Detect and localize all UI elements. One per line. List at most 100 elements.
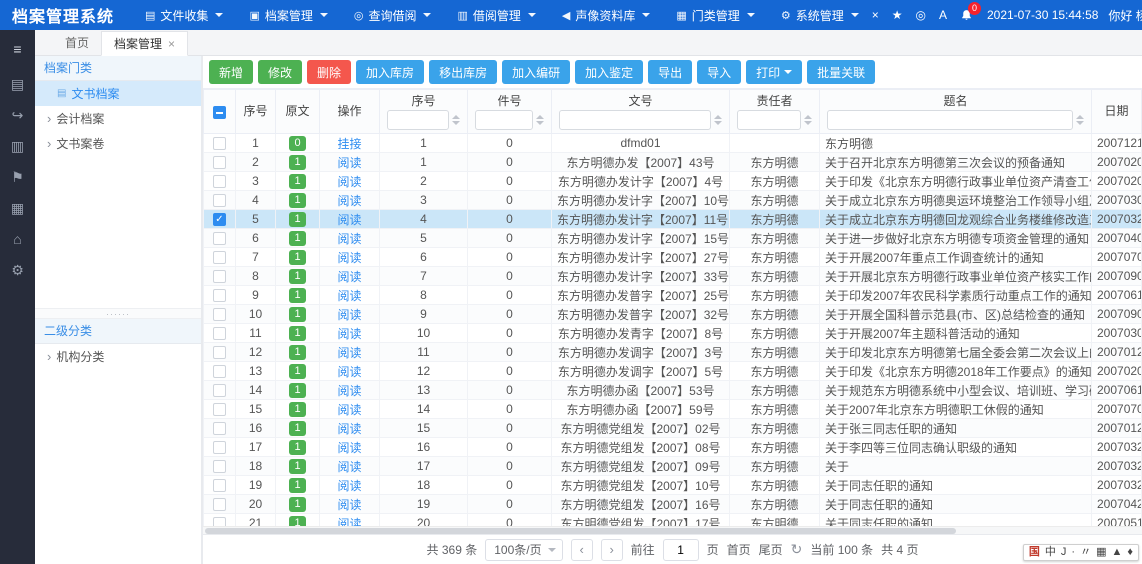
bank-icon[interactable]: ⌂ [6, 228, 30, 250]
toolbar-button[interactable]: 加入鉴定 [575, 60, 643, 84]
tree-item[interactable]: ›机构分类 [35, 344, 201, 369]
ime-icon[interactable]: 〃 [1080, 547, 1091, 558]
splitter-handle[interactable]: ······ [35, 308, 201, 319]
toolbar-button[interactable]: 删除 [307, 60, 351, 84]
table-row[interactable]: 151阅读140东方明德办函【2007】59号东方明德关于2007年北京东方明德… [204, 400, 1142, 419]
next-page-button[interactable]: › [601, 539, 623, 561]
fullscreen-icon[interactable]: × [872, 8, 879, 22]
action-link[interactable]: 阅读 [337, 308, 361, 322]
action-link[interactable]: 阅读 [337, 384, 361, 398]
ime-icon[interactable]: · [1071, 547, 1075, 558]
star-icon[interactable]: ★ [892, 8, 903, 22]
nav-menu[interactable]: ◀声像资料库 [549, 0, 663, 30]
tree-item[interactable]: ›会计档案 [35, 106, 201, 131]
nav-menu[interactable]: ▦门类管理 [663, 0, 767, 30]
bookmark-icon[interactable]: ⚑ [6, 166, 30, 188]
toolbar-button[interactable]: 打印 [746, 60, 802, 84]
nav-menu[interactable]: ▥借阅管理 [444, 0, 548, 30]
tree-item[interactable]: ▤文书档案 [35, 81, 201, 106]
action-link[interactable]: 阅读 [337, 441, 361, 455]
table-row[interactable]: 81阅读70东方明德办发计字【2007】33号东方明德关于开展北京东方明德行政事… [204, 267, 1142, 286]
first-page-link[interactable]: 首页 [727, 541, 751, 558]
table-row[interactable]: 41阅读30东方明德办发计字【2007】10号东方明德关于成立北京东方明德奥运环… [204, 191, 1142, 210]
table-row[interactable]: 71阅读60东方明德办发计字【2007】27号东方明德关于开展2007年重点工作… [204, 248, 1142, 267]
table-row[interactable]: 181阅读170东方明德党组发【2007】09号东方明德关于2007032 [204, 457, 1142, 476]
sort-toggle[interactable] [804, 115, 812, 125]
table-row[interactable]: 31阅读20东方明德办发计字【2007】4号东方明德关于印发《北京东方明德行政事… [204, 172, 1142, 191]
action-link[interactable]: 阅读 [337, 422, 361, 436]
table-row[interactable]: 201阅读190东方明德党组发【2007】16号东方明德关于同志任职的通知200… [204, 495, 1142, 514]
row-checkbox[interactable] [213, 137, 226, 150]
prev-page-button[interactable]: ‹ [571, 539, 593, 561]
table-row[interactable]: 91阅读80东方明德办发普字【2007】25号东方明德关于印发2007年农民科学… [204, 286, 1142, 305]
filter-input-owner[interactable] [737, 110, 801, 130]
toolbar-button[interactable]: 导出 [648, 60, 692, 84]
row-checkbox[interactable] [213, 517, 226, 526]
table-row[interactable]: 131阅读120东方明德办发调字【2007】5号东方明德关于印发《北京东方明德2… [204, 362, 1142, 381]
row-checkbox[interactable] [213, 289, 226, 302]
table-row[interactable]: 21阅读10东方明德办发【2007】43号东方明德关于召开北京东方明德第三次会议… [204, 153, 1142, 172]
table-row[interactable]: 101阅读90东方明德办发普字【2007】32号东方明德关于开展全国科普示范县(… [204, 305, 1142, 324]
action-link[interactable]: 阅读 [337, 270, 361, 284]
toolbar-button[interactable]: 加入库房 [356, 60, 424, 84]
filter-input-piece[interactable] [475, 110, 533, 130]
toolbar-button[interactable]: 新增 [209, 60, 253, 84]
action-link[interactable]: 阅读 [337, 517, 361, 527]
action-link[interactable]: 挂接 [337, 137, 361, 151]
action-link[interactable]: 阅读 [337, 479, 361, 493]
action-link[interactable]: 阅读 [337, 194, 361, 208]
select-all-checkbox[interactable] [213, 106, 226, 119]
row-checkbox[interactable] [213, 175, 226, 188]
sort-toggle[interactable] [714, 115, 722, 125]
grid-icon[interactable]: ▦ [6, 197, 30, 219]
table-row[interactable]: 161阅读150东方明德党组发【2007】02号东方明德关于张三同志任职的通知2… [204, 419, 1142, 438]
action-link[interactable]: 阅读 [337, 251, 361, 265]
table-row[interactable]: 141阅读130东方明德办函【2007】53号东方明德关于规范东方明德系统中小型… [204, 381, 1142, 400]
row-checkbox[interactable] [213, 403, 226, 416]
menu-icon[interactable]: ≡ [6, 38, 30, 60]
last-page-link[interactable]: 尾页 [759, 541, 783, 558]
sort-toggle[interactable] [536, 115, 544, 125]
row-checkbox[interactable] [213, 479, 226, 492]
toolbar-button[interactable]: 批量关联 [807, 60, 875, 84]
table-row[interactable]: 10挂接10dfmd01东方明德2007121 [204, 134, 1142, 153]
file-icon[interactable]: ▤ [6, 73, 30, 95]
action-link[interactable]: 阅读 [337, 156, 361, 170]
row-checkbox[interactable] [213, 422, 226, 435]
tab-home[interactable]: 首页 [53, 30, 101, 55]
ime-icon[interactable]: J [1061, 547, 1067, 558]
horizontal-scrollbar[interactable] [203, 526, 1142, 534]
table-row[interactable]: ✓51阅读40东方明德办发计字【2007】11号东方明德关于成立北京东方明德回龙… [204, 210, 1142, 229]
nav-menu[interactable]: ◎查询借阅 [341, 0, 445, 30]
nav-menu[interactable]: ⚙系统管理 [768, 0, 872, 30]
gear-icon[interactable]: ⚙ [6, 259, 30, 281]
nav-menu[interactable]: ▣档案管理 [236, 0, 340, 30]
toolbar-button[interactable]: 修改 [258, 60, 302, 84]
row-checkbox[interactable] [213, 232, 226, 245]
row-checkbox[interactable] [213, 308, 226, 321]
help-icon[interactable]: ◎ [915, 8, 925, 22]
bell-icon[interactable]: 0 [960, 9, 973, 22]
table-row[interactable]: 121阅读110东方明德办发调字【2007】3号东方明德关于印发北京东方明德第七… [204, 343, 1142, 362]
ime-icon[interactable]: ▦ [1096, 547, 1106, 558]
action-link[interactable]: 阅读 [337, 365, 361, 379]
row-checkbox[interactable] [213, 384, 226, 397]
action-link[interactable]: 阅读 [337, 232, 361, 246]
action-link[interactable]: 阅读 [337, 403, 361, 417]
filter-input-doc[interactable] [559, 110, 711, 130]
scrollbar-thumb[interactable] [205, 528, 956, 534]
action-link[interactable]: 阅读 [337, 213, 361, 227]
row-checkbox[interactable] [213, 365, 226, 378]
refresh-icon[interactable]: ↻ [791, 541, 803, 558]
row-checkbox[interactable] [213, 156, 226, 169]
ime-toolbar[interactable]: 国中J·〃▦▲♦ [1023, 544, 1139, 561]
row-checkbox[interactable] [213, 327, 226, 340]
filter-input-title[interactable] [827, 110, 1073, 130]
ime-icon[interactable]: 国 [1029, 547, 1040, 558]
export-icon[interactable]: ↪ [6, 104, 30, 126]
table-row[interactable]: 191阅读180东方明德党组发【2007】10号东方明德关于同志任职的通知200… [204, 476, 1142, 495]
row-checkbox[interactable] [213, 460, 226, 473]
ime-icon[interactable]: ♦ [1127, 547, 1133, 558]
tree-item[interactable]: ›文书案卷 [35, 131, 201, 156]
book-icon[interactable]: ▥ [6, 135, 30, 157]
